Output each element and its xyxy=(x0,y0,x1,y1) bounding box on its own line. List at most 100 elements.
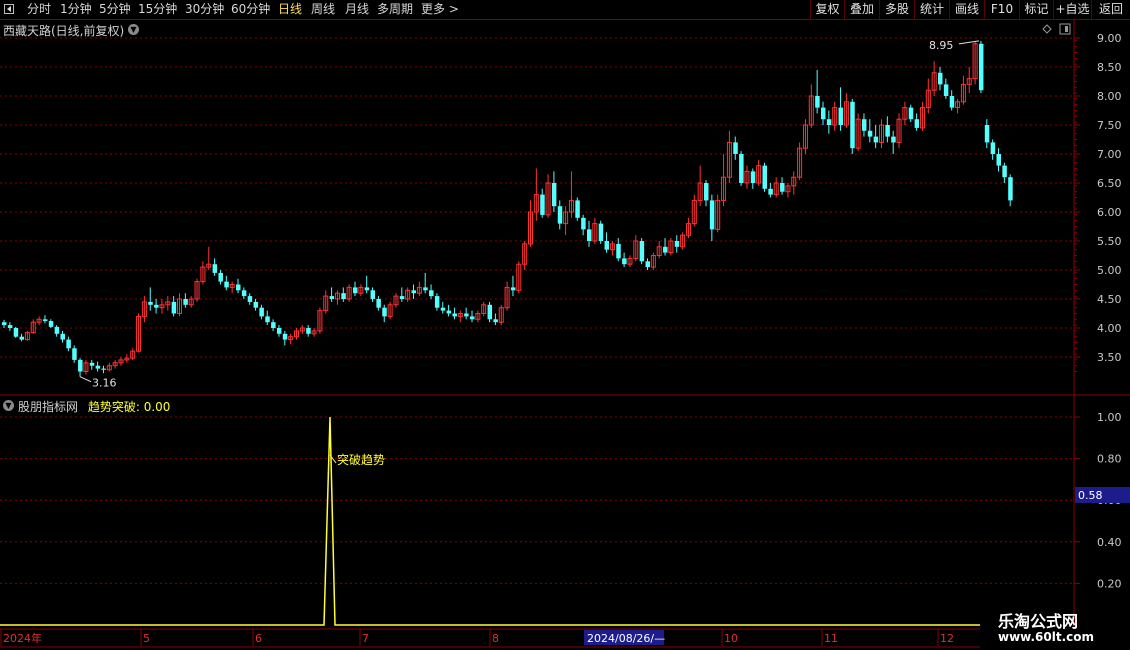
candle-body xyxy=(645,261,650,268)
cursor-value-label: 0.58 xyxy=(1078,489,1103,502)
candle-body xyxy=(54,326,60,334)
price-tick-label: 7.50 xyxy=(1097,119,1122,132)
candle-body xyxy=(867,130,873,137)
candle-body xyxy=(446,310,452,314)
candle-body xyxy=(399,296,405,299)
candle-body xyxy=(224,281,229,288)
candle-body xyxy=(815,96,820,108)
indicator-tick-label: 0.20 xyxy=(1097,577,1122,590)
candle-body xyxy=(429,290,434,297)
candle-body xyxy=(265,316,270,323)
candle-body xyxy=(7,325,13,328)
candle-body xyxy=(434,296,440,308)
candle-body xyxy=(996,154,1001,166)
candle-body xyxy=(850,101,855,149)
candle-body xyxy=(674,241,680,247)
candle-body xyxy=(364,287,370,291)
candle-body xyxy=(949,96,955,108)
price-tick-label: 8.00 xyxy=(1097,90,1122,103)
candle-body xyxy=(739,154,744,183)
candle-body xyxy=(282,333,288,340)
price-tick-label: 4.00 xyxy=(1097,322,1122,335)
candle-body xyxy=(838,107,844,125)
candle-body xyxy=(411,290,416,294)
candle-body xyxy=(452,313,457,317)
candle-body xyxy=(487,304,493,320)
indicator-tick-label: 0.40 xyxy=(1097,536,1122,549)
candle-body xyxy=(885,125,890,137)
indicator-line xyxy=(0,416,980,626)
candle-body xyxy=(353,287,358,294)
candle-body xyxy=(2,322,7,326)
candle-body xyxy=(247,296,253,302)
candle-body xyxy=(891,136,896,143)
price-tick-label: 6.50 xyxy=(1097,177,1122,190)
price-tick-label: 4.50 xyxy=(1097,293,1122,306)
time-axis-label: 6 xyxy=(255,632,262,645)
candle-body xyxy=(861,119,867,131)
candle-body xyxy=(873,136,879,143)
candle-body xyxy=(101,368,106,370)
price-tick-label: 8.50 xyxy=(1097,61,1122,74)
candle-body xyxy=(733,142,738,154)
price-tick-label: 5.00 xyxy=(1097,264,1122,277)
candle-body xyxy=(598,223,604,241)
candle-body xyxy=(48,321,54,327)
candle-body xyxy=(978,43,984,91)
candle-body xyxy=(510,287,516,291)
watermark-url: www.60lt.com xyxy=(998,630,1095,644)
low-price-label: 3.16 xyxy=(92,377,117,390)
candle-body xyxy=(1002,165,1007,178)
candle-body xyxy=(341,293,346,299)
candle-body xyxy=(575,200,580,218)
panel-toggle-icon-fill xyxy=(1065,26,1068,32)
candle-body xyxy=(78,359,83,372)
candle-body xyxy=(376,299,381,308)
candle-body xyxy=(148,301,153,305)
time-axis-label: 8 xyxy=(492,632,499,645)
candle-body xyxy=(329,296,335,299)
candle-body xyxy=(750,171,756,183)
candle-body xyxy=(943,84,949,96)
candle-body xyxy=(616,243,621,259)
candle-body xyxy=(382,307,387,317)
signal-label: 突破趋势 xyxy=(337,452,385,467)
candle-body xyxy=(604,241,610,250)
diamond-icon xyxy=(1042,24,1052,34)
price-tick-label: 3.50 xyxy=(1097,351,1122,364)
candle-body xyxy=(440,307,446,311)
candle-body xyxy=(171,301,177,314)
candle-body xyxy=(154,304,159,308)
candle-body xyxy=(663,246,668,253)
candle-body xyxy=(19,336,25,340)
price-tick-label: 7.00 xyxy=(1097,148,1122,161)
candle-body xyxy=(72,348,77,360)
candle-body xyxy=(259,307,264,317)
candle-body xyxy=(183,299,188,305)
candle-body xyxy=(464,313,469,317)
kline-chart[interactable]: 3.50 4.00 4.50 5.00 5.50 6.00 6.50 7.00 7.50 8.00… xyxy=(0,0,1130,650)
candle-body xyxy=(914,119,920,128)
price-tick-label: 6.00 xyxy=(1097,206,1122,219)
candle-body xyxy=(762,165,767,189)
candle-body xyxy=(938,72,943,85)
high-price-label: 8.95 xyxy=(929,39,954,52)
candle-body xyxy=(639,241,645,262)
candle-body xyxy=(704,183,709,201)
low-marker-arrow xyxy=(79,376,92,383)
watermark-site: 乐淘公式网 xyxy=(998,612,1079,631)
candle-body xyxy=(236,284,241,291)
time-axis-label: 11 xyxy=(824,632,838,645)
candle-body xyxy=(470,316,475,320)
time-cursor-label: 2024/08/26/— xyxy=(587,632,665,645)
candle-body xyxy=(276,328,282,334)
candle-body xyxy=(218,272,223,282)
candle-body xyxy=(984,125,990,143)
candle-body xyxy=(89,362,95,366)
candle-body xyxy=(581,217,586,230)
time-axis-label: 12 xyxy=(940,632,954,645)
candle-body xyxy=(709,200,715,230)
candle-body xyxy=(908,107,914,120)
candle-body xyxy=(780,183,785,192)
candle-body xyxy=(1008,177,1013,201)
